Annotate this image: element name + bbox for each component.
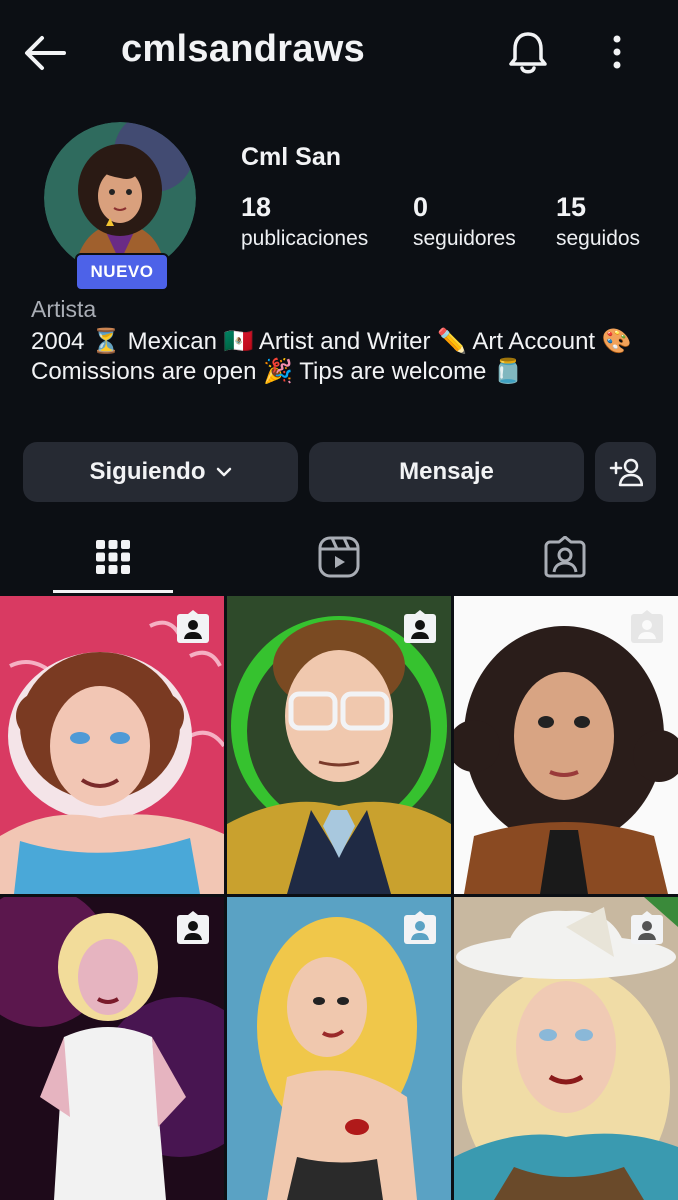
active-tab-indicator — [53, 590, 173, 593]
profile-category: Artista — [31, 296, 97, 322]
tagged-user-icon — [177, 911, 209, 944]
message-button[interactable]: Mensaje — [309, 442, 584, 502]
tab-reels[interactable] — [226, 520, 452, 594]
add-user-button[interactable] — [595, 442, 656, 502]
tab-posts-grid[interactable] — [0, 520, 226, 594]
following-label: Siguiendo — [89, 458, 206, 485]
reels-icon — [318, 536, 360, 578]
grid-post[interactable] — [0, 897, 224, 1200]
tagged-user-icon — [631, 610, 663, 643]
top-bar: cmlsandraws — [0, 0, 678, 104]
following-button[interactable]: Siguiendo — [23, 442, 298, 502]
profile-username: cmlsandraws — [121, 28, 366, 70]
grid-post[interactable] — [454, 596, 678, 894]
new-badge: NUEVO — [75, 253, 169, 291]
avatar-image — [44, 122, 196, 274]
stat-followers-value: 0 — [413, 192, 429, 222]
grid-post[interactable] — [227, 596, 451, 894]
grid-post[interactable] — [0, 596, 224, 894]
stat-followers[interactable]: 0 seguidores — [413, 192, 516, 251]
stat-posts-label: publicaciones — [241, 227, 369, 250]
tagged-icon — [544, 536, 586, 578]
posts-grid — [0, 596, 678, 1200]
arrow-left-icon[interactable] — [22, 30, 68, 76]
message-label: Mensaje — [399, 458, 494, 485]
stat-following-label: seguidos — [556, 227, 641, 250]
add-user-icon — [609, 458, 643, 487]
grid-post[interactable] — [227, 897, 451, 1200]
grid-post[interactable] — [454, 897, 678, 1200]
grid-icon — [96, 540, 130, 574]
stat-following-value: 15 — [556, 192, 587, 222]
chevron-down-icon — [216, 467, 231, 477]
tagged-user-icon — [404, 610, 436, 643]
more-vertical-icon[interactable] — [602, 30, 632, 74]
avatar[interactable] — [44, 122, 196, 274]
profile-bio: 2004 ⏳ Mexican 🇲🇽 Artist and Writer ✏️ A… — [31, 328, 632, 385]
bell-icon[interactable] — [505, 28, 551, 76]
stat-followers-label: seguidores — [413, 227, 516, 250]
tagged-user-icon — [631, 911, 663, 944]
tagged-user-icon — [177, 610, 209, 643]
tagged-user-icon — [404, 911, 436, 944]
stat-posts[interactable]: 18 publicaciones — [241, 192, 368, 251]
stat-following[interactable]: 15 seguidos — [556, 192, 640, 251]
profile-tabs — [0, 520, 678, 594]
stat-posts-value: 18 — [241, 192, 272, 222]
tab-tagged[interactable] — [452, 520, 678, 594]
display-name: Cml San — [241, 143, 342, 171]
